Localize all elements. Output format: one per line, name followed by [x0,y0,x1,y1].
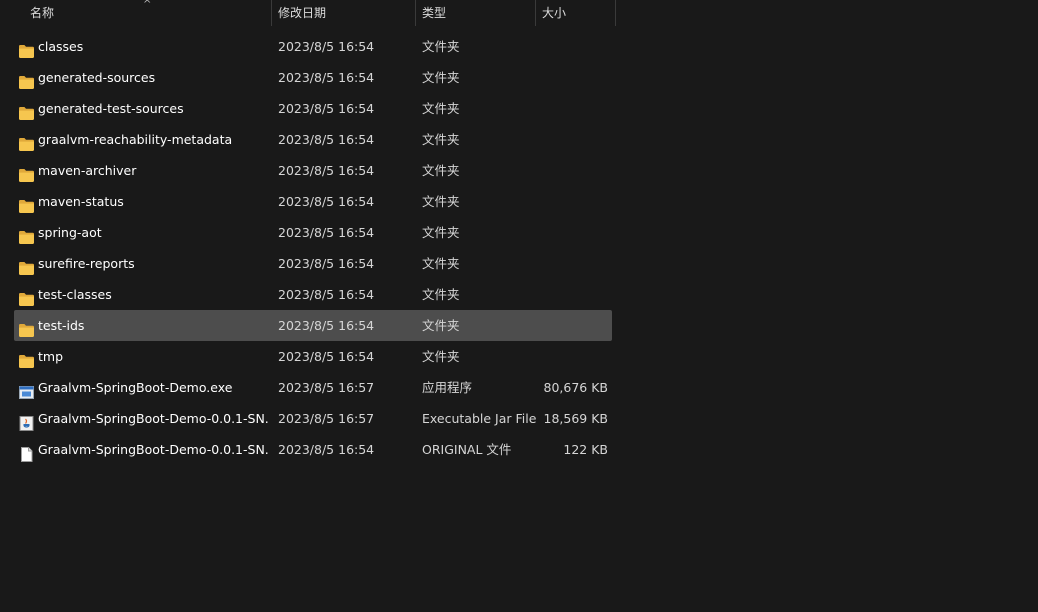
file-name: generated-test-sources [38,101,184,116]
file-type: 文件夹 [422,287,460,302]
file-type: 文件夹 [422,39,460,54]
file-type: Executable Jar File [422,411,537,426]
column-header-modified[interactable]: 修改日期 [272,0,414,26]
exe-icon [18,380,35,399]
jar-icon [18,411,35,431]
file-modified-date: 2023/8/5 16:54 [278,256,375,271]
folder-icon [18,287,35,306]
folder-icon [18,132,35,151]
file-modified-date: 2023/8/5 16:54 [278,318,375,333]
column-header-size[interactable]: 大小 [536,0,614,26]
column-header-bar: 名称 ^ 修改日期 类型 大小 [0,0,616,26]
file-row[interactable]: Graalvm-SpringBoot-Demo.exe 2023/8/5 16:5… [14,372,612,403]
file-type: 文件夹 [422,256,460,271]
file-row[interactable]: test-classes 2023/8/5 16:54 文件夹 [14,279,612,310]
file-modified-date: 2023/8/5 16:54 [278,442,375,457]
file-list: classes 2023/8/5 16:54 文件夹 generated-source… [14,31,612,465]
file-row[interactable]: classes 2023/8/5 16:54 文件夹 [14,31,612,62]
file-modified-date: 2023/8/5 16:54 [278,39,375,54]
folder-icon [18,318,35,337]
sort-ascending-icon: ^ [143,0,152,10]
file-type: 应用程序 [422,380,473,395]
file-name: tmp [38,349,64,364]
file-modified-date: 2023/8/5 16:54 [278,163,375,178]
file-name: maven-archiver [38,163,137,178]
file-type: 文件夹 [422,318,460,333]
file-size: 122 KB [563,442,608,457]
file-modified-date: 2023/8/5 16:57 [278,411,375,426]
file-name: maven-status [38,194,124,209]
file-name: Graalvm-SpringBoot-Demo.exe [38,380,233,395]
file-name: generated-sources [38,70,156,85]
file-size: 18,569 KB [543,411,608,426]
file-modified-date: 2023/8/5 16:54 [278,225,375,240]
file-name: classes [38,39,84,54]
folder-icon [18,194,35,213]
folder-icon [18,39,35,58]
folder-icon [18,70,35,89]
folder-icon [18,225,35,244]
file-row[interactable]: Graalvm-SpringBoot-Demo-0.0.1-SN... 2023/… [14,434,612,465]
file-type: ORIGINAL 文件 [422,442,512,457]
column-header-type[interactable]: 类型 [416,0,534,26]
file-modified-date: 2023/8/5 16:54 [278,287,375,302]
file-type: 文件夹 [422,101,460,116]
file-name: test-ids [38,318,85,333]
file-type: 文件夹 [422,163,460,178]
file-icon [18,442,35,462]
file-type: 文件夹 [422,70,460,85]
file-type: 文件夹 [422,132,460,147]
file-type: 文件夹 [422,225,460,240]
file-explorer: 名称 ^ 修改日期 类型 大小 classes 2023/8/5 16:54 文件夹… [0,0,1038,612]
file-name: Graalvm-SpringBoot-Demo-0.0.1-SN... [38,442,270,457]
file-modified-date: 2023/8/5 16:57 [278,380,375,395]
file-row[interactable]: maven-status 2023/8/5 16:54 文件夹 [14,186,612,217]
file-type: 文件夹 [422,194,460,209]
file-row[interactable]: Graalvm-SpringBoot-Demo-0.0.1-SN... 2023/… [14,403,612,434]
file-row[interactable]: generated-test-sources 2023/8/5 16:54 文件夹 [14,93,612,124]
file-name: surefire-reports [38,256,135,271]
file-size: 80,676 KB [543,380,608,395]
file-type: 文件夹 [422,349,460,364]
file-name: test-classes [38,287,112,302]
file-modified-date: 2023/8/5 16:54 [278,70,375,85]
column-divider[interactable] [615,0,616,26]
file-modified-date: 2023/8/5 16:54 [278,101,375,116]
folder-icon [18,101,35,120]
file-row[interactable]: maven-archiver 2023/8/5 16:54 文件夹 [14,155,612,186]
file-row[interactable]: surefire-reports 2023/8/5 16:54 文件夹 [14,248,612,279]
file-row[interactable]: spring-aot 2023/8/5 16:54 文件夹 [14,217,612,248]
file-name: Graalvm-SpringBoot-Demo-0.0.1-SN... [38,411,270,426]
file-modified-date: 2023/8/5 16:54 [278,349,375,364]
folder-icon [18,349,35,368]
file-modified-date: 2023/8/5 16:54 [278,194,375,209]
folder-icon [18,256,35,275]
file-row[interactable]: graalvm-reachability-metadata 2023/8/5 16… [14,124,612,155]
file-row[interactable]: generated-sources 2023/8/5 16:54 文件夹 [14,62,612,93]
file-modified-date: 2023/8/5 16:54 [278,132,375,147]
file-row[interactable]: test-ids 2023/8/5 16:54 文件夹 [14,310,612,341]
folder-icon [18,163,35,182]
file-name: graalvm-reachability-metadata [38,132,233,147]
file-row[interactable]: tmp 2023/8/5 16:54 文件夹 [14,341,612,372]
file-name: spring-aot [38,225,102,240]
